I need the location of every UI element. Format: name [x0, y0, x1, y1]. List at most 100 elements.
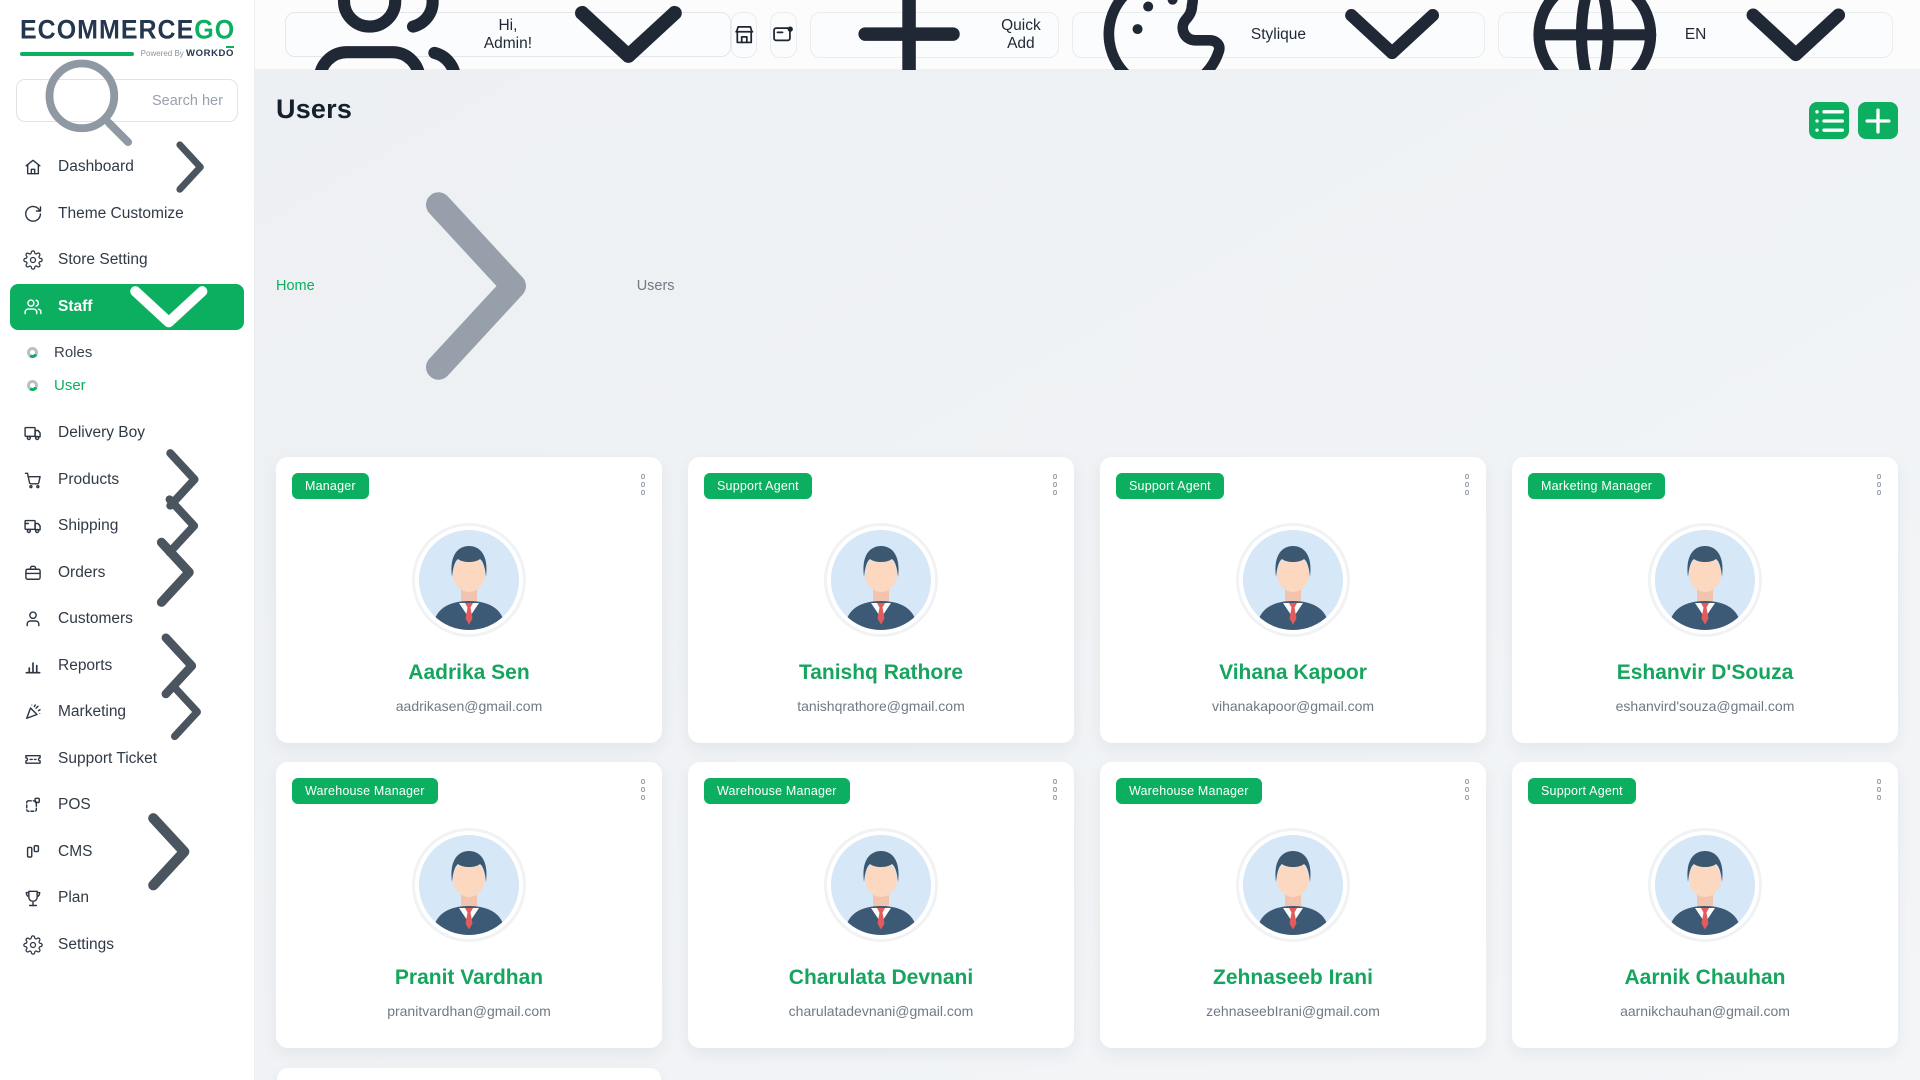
chevron-right-icon: [326, 136, 626, 436]
quick-add-label: Quick Add: [1001, 17, 1041, 53]
sidebar-item-cms[interactable]: CMS: [10, 829, 244, 876]
user-card: Manager Aadrika Sen aadrikasen@gmail.com: [276, 457, 662, 743]
sidebar-item-label: POS: [58, 796, 91, 814]
sidebar-item-settings[interactable]: Settings: [10, 922, 244, 969]
person-avatar-illustration: [1243, 530, 1343, 630]
user-name-link[interactable]: Vihana Kapoor: [1219, 661, 1367, 685]
card-menu-button[interactable]: [1460, 469, 1475, 500]
card-menu-button[interactable]: [1048, 469, 1063, 500]
role-badge: Warehouse Manager: [292, 778, 438, 804]
role-badge: Warehouse Manager: [704, 778, 850, 804]
sidebar-item-label: Orders: [58, 564, 105, 582]
sidebar-item-label: Shipping: [58, 517, 118, 535]
sidebar-item-label: Plan: [58, 889, 89, 907]
user-name-link[interactable]: Eshanvir D'Souza: [1617, 661, 1794, 685]
person-avatar-illustration: [831, 530, 931, 630]
card-menu-button[interactable]: [1872, 774, 1887, 805]
user-name-link[interactable]: Charulata Devnani: [789, 966, 973, 990]
create-new-user-card[interactable]: Create New User Click here to Create New…: [276, 1067, 662, 1080]
submenu-bullet-icon: [27, 380, 38, 391]
sidebar-item-label: Theme Customize: [58, 205, 184, 223]
user-card: Support Agent Aarnik Chauhan aarnikchauh…: [1512, 762, 1898, 1048]
role-badge: Support Agent: [1116, 473, 1224, 499]
breadcrumb-current: Users: [637, 278, 675, 294]
sidebar-item-dashboard[interactable]: Dashboard: [10, 144, 244, 191]
add-user-button[interactable]: [1858, 102, 1898, 139]
role-badge: Manager: [292, 473, 369, 499]
user-email: tanishqrathore@gmail.com: [797, 698, 965, 714]
sidebar-item-label: Support Ticket: [58, 750, 157, 768]
card-menu-button[interactable]: [636, 774, 651, 805]
sidebar-item-label: Reports: [58, 657, 112, 675]
card-menu-button[interactable]: [636, 469, 651, 500]
sidebar-nav: Dashboard Theme Customize Store Setting …: [0, 128, 254, 1080]
briefcase-icon: [23, 563, 43, 583]
mail-icon: [771, 22, 796, 47]
chevron-right-icon: [149, 128, 231, 208]
role-badge: Warehouse Manager: [1116, 778, 1262, 804]
user-email: charulatadevnani@gmail.com: [789, 1003, 974, 1019]
sidebar-item-label: Products: [58, 471, 119, 489]
chevron-right-icon: [120, 517, 231, 628]
role-badge: Support Agent: [1528, 778, 1636, 804]
truck-icon: [23, 423, 43, 443]
storefront-icon: [732, 22, 757, 47]
avatar: [1243, 835, 1343, 935]
sidebar-item-label: Marketing: [58, 703, 126, 721]
person-avatar-illustration: [419, 835, 519, 935]
theme-style-button[interactable]: Stylique: [1072, 12, 1486, 58]
powered-by-brand-o: O: [226, 48, 234, 59]
user-name-link[interactable]: Aadrika Sen: [408, 661, 529, 685]
ticket-icon: [23, 749, 43, 769]
chevron-right-icon: [141, 667, 231, 757]
main-column: Hi, Admin! Quick Add Stylique: [255, 0, 1920, 1080]
sidebar-subitem-label: Roles: [54, 344, 92, 361]
sidebar-item-staff[interactable]: Staff: [10, 284, 244, 331]
shipping-icon: [23, 516, 43, 536]
chevron-down-icon: [107, 245, 231, 369]
user-name-link[interactable]: Pranit Vardhan: [395, 966, 543, 990]
user-card: Marketing Manager Eshanvir D'Souza eshan…: [1512, 457, 1898, 743]
admin-greeting-label: Hi, Admin!: [484, 17, 532, 53]
quick-add-button[interactable]: Quick Add: [810, 12, 1059, 58]
avatar: [419, 835, 519, 935]
user-card: Support Agent Tanishq Rathore tanishqrat…: [688, 457, 1074, 743]
trophy-icon: [23, 888, 43, 908]
cart-icon: [23, 470, 43, 490]
messages-button[interactable]: [770, 12, 797, 58]
role-badge: Marketing Manager: [1528, 473, 1665, 499]
page-header: Users Home Users: [276, 94, 1898, 436]
brand-name-accent: GO: [194, 15, 235, 45]
breadcrumb-home-link[interactable]: Home: [276, 278, 315, 294]
user-name-link[interactable]: Tanishq Rathore: [799, 661, 963, 685]
user-name-link[interactable]: Zehnaseeb Irani: [1213, 966, 1373, 990]
gear-icon: [23, 250, 43, 270]
avatar: [1243, 530, 1343, 630]
card-menu-button[interactable]: [1460, 774, 1475, 805]
powered-by-prefix: Powered By: [141, 49, 184, 58]
user-email: eshanvird'souza@gmail.com: [1616, 698, 1795, 714]
sidebar-item-label: Settings: [58, 936, 114, 954]
user-card: Warehouse Manager Pranit Vardhan pranitv…: [276, 762, 662, 1048]
sidebar-item-orders[interactable]: Orders: [10, 550, 244, 597]
card-menu-button[interactable]: [1872, 469, 1887, 500]
user-email: aarnikchauhan@gmail.com: [1620, 1003, 1790, 1019]
card-menu-button[interactable]: [1048, 774, 1063, 805]
sidebar-item-label: Staff: [58, 298, 92, 316]
user-cards-grid: Manager Aadrika Sen aadrikasen@gmail.com…: [276, 457, 1898, 1080]
user-name-link[interactable]: Aarnik Chauhan: [1624, 966, 1785, 990]
sidebar-subitem-label: User: [54, 377, 86, 394]
storefront-button[interactable]: [731, 12, 758, 58]
sidebar-subitem-user[interactable]: User: [10, 369, 244, 402]
sidebar-item-label: CMS: [58, 843, 92, 861]
megaphone-icon: [23, 702, 43, 722]
user-card: Support Agent Vihana Kapoor vihanakapoor…: [1100, 457, 1486, 743]
sidebar-item-label: Dashboard: [58, 158, 134, 176]
user-email: vihanakapoor@gmail.com: [1212, 698, 1374, 714]
language-button[interactable]: EN: [1498, 12, 1893, 58]
search-input[interactable]: [152, 93, 223, 109]
admin-menu-button[interactable]: Hi, Admin!: [285, 12, 731, 57]
list-view-button[interactable]: [1809, 102, 1849, 139]
sidebar-item-label: Customers: [58, 610, 133, 628]
topbar-actions: Quick Add Stylique EN: [731, 12, 1893, 58]
